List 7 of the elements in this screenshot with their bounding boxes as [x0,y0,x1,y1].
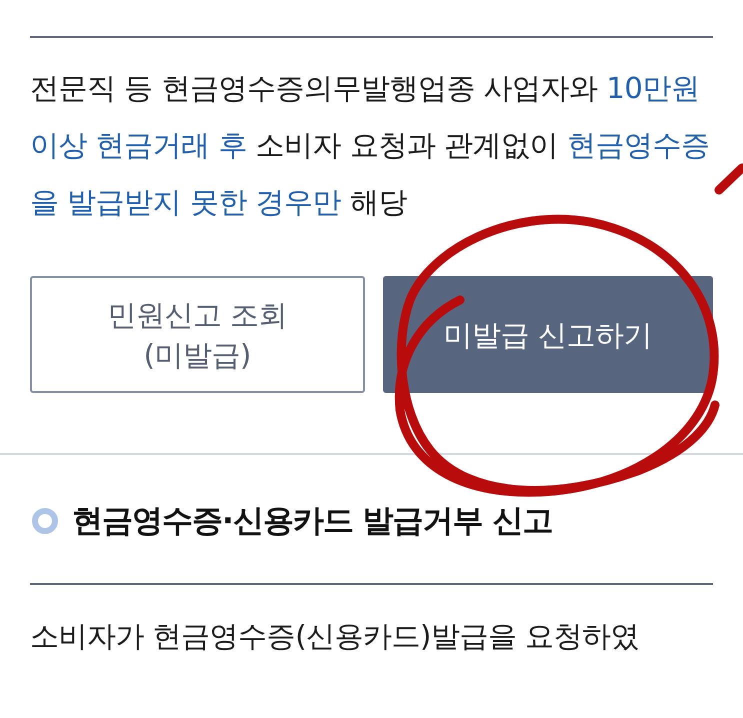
report-button[interactable]: 미발급 신고하기 [382,276,713,393]
annotation-stroke [714,164,743,194]
description-text: 전문직 등 현금영수증의무발행업종 사업자와 10만원 이상 현금거래 후 소비자 요청과 관계없이 현금영수증을 발급받지 못한 경우만 해당 [30,70,710,221]
section-title: 현금영수증·신용카드 발급거부 신고 [72,502,552,541]
inquiry-button[interactable]: 민원신고 조회 (미발급) [30,276,364,393]
description-text: 소비자가 현금영수증(신용카드)발급을 요청하였 [30,618,640,655]
circle-icon [32,508,58,534]
